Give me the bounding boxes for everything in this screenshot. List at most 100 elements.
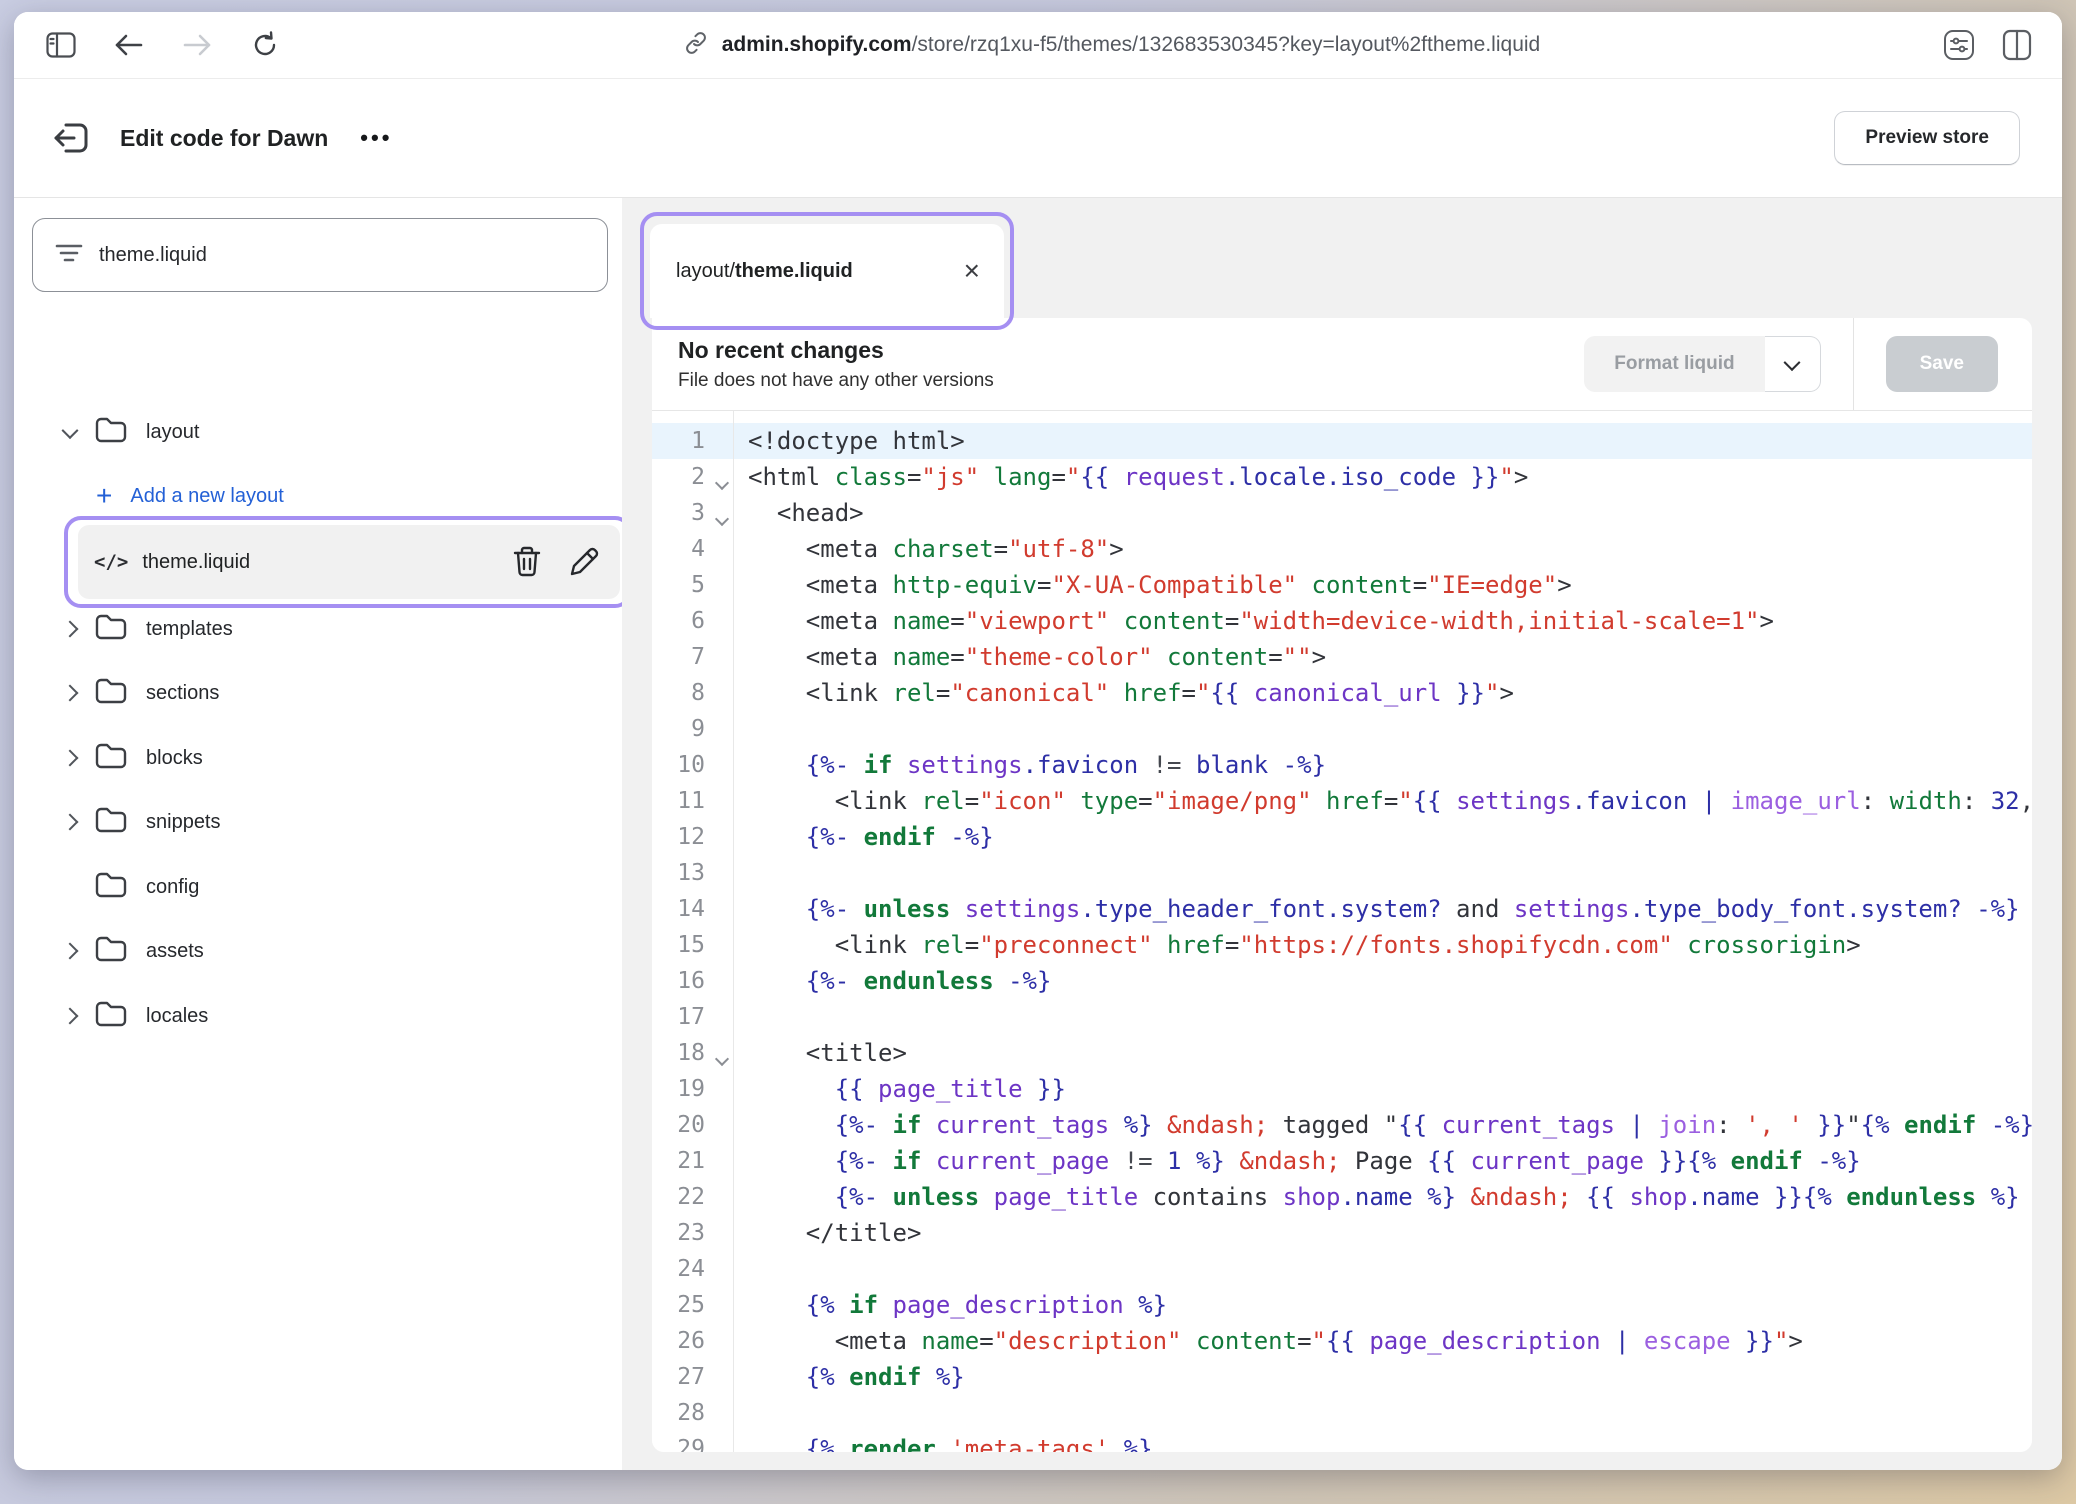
chevron-right-icon[interactable]	[62, 685, 79, 702]
sidebar-folder-blocks[interactable]: blocks	[14, 726, 622, 790]
split-view-icon[interactable]	[2000, 28, 2034, 62]
chevron-right-icon[interactable]	[62, 750, 79, 767]
chevron-right-icon[interactable]	[62, 814, 79, 831]
line-number[interactable]: 10	[652, 752, 733, 778]
folder-label: locales	[146, 1005, 208, 1028]
line-number[interactable]: 22	[652, 1184, 733, 1210]
sidebar-folder-assets[interactable]: assets	[14, 919, 622, 983]
folder-icon	[94, 870, 128, 905]
code-line-6: 6 <meta name="viewport" content="width=d…	[652, 603, 2032, 639]
sidebar-folder-layout[interactable]: layout	[14, 400, 622, 464]
code-line-17: 17	[652, 999, 2032, 1035]
line-number[interactable]: 15	[652, 932, 733, 958]
format-liquid-dropdown[interactable]	[1765, 336, 1821, 392]
line-number[interactable]: 27	[652, 1364, 733, 1390]
exit-editor-icon[interactable]	[50, 116, 94, 160]
code-line-15: 15 <link rel="preconnect" href="https://…	[652, 927, 2032, 963]
sidebar-folder-locales[interactable]: locales	[14, 984, 622, 1048]
line-number[interactable]: 29	[652, 1436, 733, 1452]
line-number[interactable]: 28	[652, 1400, 733, 1426]
code-text: <head>	[733, 499, 864, 527]
delete-file-icon[interactable]	[512, 546, 542, 578]
line-number[interactable]: 21	[652, 1148, 733, 1174]
code-editor[interactable]: 1<!doctype html>2<html class="js" lang="…	[652, 411, 2032, 1452]
line-number[interactable]: 8	[652, 680, 733, 706]
code-line-7: 7 <meta name="theme-color" content="">	[652, 639, 2032, 675]
fold-chevron-icon[interactable]	[715, 1052, 729, 1066]
code-line-26: 26 <meta name="description" content="{{ …	[652, 1323, 2032, 1359]
line-number[interactable]: 7	[652, 644, 733, 670]
code-text: <title>	[733, 1039, 907, 1067]
preview-store-button[interactable]: Preview store	[1834, 111, 2020, 165]
sidebar-file-theme-liquid[interactable]: </>theme.liquid	[14, 516, 622, 600]
line-number[interactable]: 13	[652, 860, 733, 886]
line-number[interactable]: 16	[652, 968, 733, 994]
selected-file-row[interactable]: </>theme.liquid	[78, 525, 620, 599]
gutter-separator	[733, 411, 734, 1452]
line-number[interactable]: 19	[652, 1076, 733, 1102]
code-line-21: 21 {%- if current_page != 1 %} &ndash; P…	[652, 1143, 2032, 1179]
line-number[interactable]: 14	[652, 896, 733, 922]
sidebar-toggle-icon[interactable]	[44, 28, 78, 62]
rename-file-icon[interactable]	[568, 546, 600, 578]
folder-label: snippets	[146, 811, 221, 834]
line-number[interactable]: 25	[652, 1292, 733, 1318]
line-number[interactable]: 18	[652, 1040, 733, 1066]
chevron-right-icon[interactable]	[62, 1008, 79, 1025]
chevron-right-icon[interactable]	[62, 943, 79, 960]
save-button[interactable]: Save	[1886, 336, 1998, 392]
folder-icon	[94, 415, 128, 450]
line-number[interactable]: 6	[652, 608, 733, 634]
forward-button-icon[interactable]	[180, 28, 214, 62]
line-number[interactable]: 26	[652, 1328, 733, 1354]
plus-icon: +	[96, 482, 112, 510]
filter-icon	[55, 242, 83, 269]
code-line-23: 23 </title>	[652, 1215, 2032, 1251]
address-bar[interactable]: admin.shopify.com/store/rzq1xu-f5/themes…	[282, 31, 1942, 60]
line-number[interactable]: 12	[652, 824, 733, 850]
chevron-down-icon[interactable]	[62, 422, 79, 439]
code-text: <meta name="viewport" content="width=dev…	[733, 607, 1774, 635]
line-number[interactable]: 5	[652, 572, 733, 598]
code-text: <meta name="description" content="{{ pag…	[733, 1327, 1803, 1355]
fold-chevron-icon[interactable]	[715, 512, 729, 526]
code-line-3: 3 <head>	[652, 495, 2032, 531]
file-search-input[interactable]: theme.liquid	[32, 218, 608, 292]
back-button-icon[interactable]	[112, 28, 146, 62]
sidebar-folder-config[interactable]: config	[14, 855, 622, 919]
line-number[interactable]: 11	[652, 788, 733, 814]
tab-close-icon[interactable]: ×	[964, 257, 980, 285]
code-line-20: 20 {%- if current_tags %} &ndash; tagged…	[652, 1107, 2032, 1143]
sidebar-folder-sections[interactable]: sections	[14, 661, 622, 725]
line-number[interactable]: 1	[652, 428, 733, 454]
editor-card: No recent changes File does not have any…	[652, 318, 2032, 1452]
line-number[interactable]: 9	[652, 716, 733, 742]
folder-label: config	[146, 876, 199, 899]
line-number[interactable]: 4	[652, 536, 733, 562]
line-number[interactable]: 3	[652, 500, 733, 526]
line-number[interactable]: 23	[652, 1220, 733, 1246]
file-sidebar: theme.liquid layout+Add a new layout</>t…	[14, 198, 622, 1470]
overflow-menu-button[interactable]: •••	[360, 125, 392, 151]
chevron-right-icon[interactable]	[62, 621, 79, 638]
browser-settings-icon[interactable]	[1942, 28, 1976, 62]
format-liquid-button[interactable]: Format liquid	[1584, 336, 1764, 392]
line-number[interactable]: 20	[652, 1112, 733, 1138]
code-line-2: 2<html class="js" lang="{{ request.local…	[652, 459, 2032, 495]
code-text: {%- unless page_title contains shop.name…	[733, 1183, 2020, 1211]
divider	[1853, 318, 1854, 410]
code-line-12: 12 {%- endif -%}	[652, 819, 2032, 855]
tab-theme-liquid[interactable]: layout/theme.liquid ×	[650, 224, 1004, 318]
sidebar-folder-templates[interactable]: templates	[14, 597, 622, 661]
sidebar-folder-snippets[interactable]: snippets	[14, 790, 622, 854]
line-number[interactable]: 24	[652, 1256, 733, 1282]
line-number[interactable]: 2	[652, 464, 733, 490]
code-text: {%- endif -%}	[733, 823, 994, 851]
code-line-24: 24	[652, 1251, 2032, 1287]
line-number[interactable]: 17	[652, 1004, 733, 1030]
fold-chevron-icon[interactable]	[715, 476, 729, 490]
folder-icon	[94, 999, 128, 1034]
reload-icon[interactable]	[248, 28, 282, 62]
app-header: Edit code for Dawn ••• Preview store	[14, 79, 2062, 198]
folder-label: blocks	[146, 747, 203, 770]
